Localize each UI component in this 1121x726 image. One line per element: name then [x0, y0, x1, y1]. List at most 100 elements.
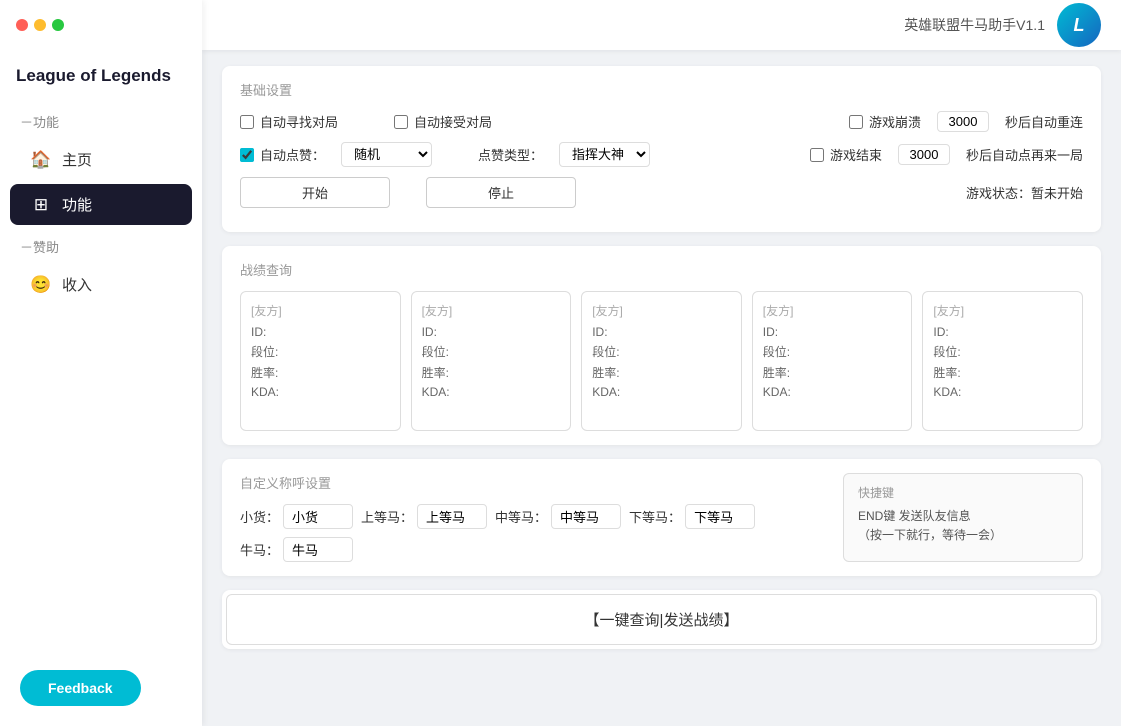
- id-field-4: ID:: [933, 325, 1072, 339]
- like-type-label: 点赞类型：: [478, 145, 543, 164]
- auto-find-match-label[interactable]: 自动寻找对局: [240, 112, 338, 131]
- kda-field-0: KDA:: [251, 385, 390, 399]
- shortcut-line2: （按一下就行，等待一会）: [858, 526, 1068, 545]
- basic-settings-row1: 自动寻找对局 自动接受对局 游戏崩溃 秒后自动重连: [240, 111, 1083, 132]
- game-crash-suffix: 秒后自动重连: [1005, 112, 1083, 131]
- winrate-field-0: 胜率:: [251, 364, 390, 381]
- nickname-field-1: 上等马：: [361, 504, 487, 529]
- game-end-input[interactable]: [898, 144, 950, 165]
- shortcut-line1: END键 发送队友信息: [858, 507, 1068, 526]
- nickname-input-1[interactable]: [417, 504, 487, 529]
- game-crash-label[interactable]: 游戏崩溃: [849, 112, 921, 131]
- battle-cards-container: [友方] ID: 段位: 胜率: KDA: [友方] ID: 段位: 胜率: K…: [240, 291, 1083, 431]
- id-field-3: ID:: [763, 325, 902, 339]
- logo-letter: L: [1074, 15, 1085, 36]
- id-field-1: ID:: [422, 325, 561, 339]
- close-button[interactable]: [16, 19, 28, 31]
- section-support-label: －赞助: [0, 227, 202, 262]
- game-status: 游戏状态：暂未开始: [966, 183, 1083, 202]
- battle-card-1: [友方] ID: 段位: 胜率: KDA:: [411, 291, 572, 431]
- header-title: 英雄联盟牛马助手V1.1: [904, 15, 1045, 35]
- nickname-input-2[interactable]: [551, 504, 621, 529]
- titlebar: [0, 0, 202, 50]
- game-end-checkbox[interactable]: [810, 148, 824, 162]
- maximize-button[interactable]: [52, 19, 64, 31]
- feedback-button[interactable]: Feedback: [20, 670, 141, 706]
- nickname-section: 自定义称呼设置 小货： 上等马： 中等马：: [240, 473, 829, 562]
- nickname-input-3[interactable]: [685, 504, 755, 529]
- game-crash-checkbox[interactable]: [849, 115, 863, 129]
- winrate-field-4: 胜率:: [933, 364, 1072, 381]
- battle-query-title: 战绩查询: [240, 260, 1083, 279]
- query-button-card: 【一键查询|发送战绩】: [222, 590, 1101, 649]
- id-field-2: ID:: [592, 325, 731, 339]
- start-button[interactable]: 开始: [240, 177, 390, 208]
- rank-field-1: 段位:: [422, 343, 561, 360]
- nickname-label-2: 中等马：: [495, 507, 547, 526]
- sidebar-item-income-label: 收入: [62, 274, 92, 295]
- grid-icon: ⊞: [30, 195, 52, 215]
- nickname-field-2: 中等马：: [495, 504, 621, 529]
- traffic-lights: [16, 19, 64, 31]
- team-label-0: [友方]: [251, 302, 390, 319]
- minimize-button[interactable]: [34, 19, 46, 31]
- basic-settings-row2: 自动点赞： 随机 指挥大神 MVP 最佳队友 点赞类型： 指挥大神 随机 MVP…: [240, 142, 1083, 167]
- main-header: 英雄联盟牛马助手V1.1 L: [202, 0, 1121, 50]
- sidebar-item-function-label: 功能: [62, 194, 92, 215]
- app-title: League of Legends: [0, 66, 202, 102]
- nickname-label-0: 小货：: [240, 507, 279, 526]
- main-area: 英雄联盟牛马助手V1.1 L 基础设置 自动寻找对局 自动接受对局: [202, 0, 1121, 726]
- auto-accept-checkbox[interactable]: [394, 115, 408, 129]
- basic-settings-title: 基础设置: [240, 80, 1083, 99]
- auto-like-checkbox[interactable]: [240, 148, 254, 162]
- kda-field-1: KDA:: [422, 385, 561, 399]
- section-function-label: －功能: [0, 102, 202, 137]
- nickname-input-0[interactable]: [283, 504, 353, 529]
- rank-field-2: 段位:: [592, 343, 731, 360]
- rank-field-3: 段位:: [763, 343, 902, 360]
- battle-card-2: [友方] ID: 段位: 胜率: KDA:: [581, 291, 742, 431]
- team-label-3: [友方]: [763, 302, 902, 319]
- team-label-1: [友方]: [422, 302, 561, 319]
- nickname-input-4[interactable]: [283, 537, 353, 562]
- battle-card-4: [友方] ID: 段位: 胜率: KDA:: [922, 291, 1083, 431]
- auto-like-label[interactable]: 自动点赞：: [240, 145, 325, 164]
- auto-accept-label[interactable]: 自动接受对局: [394, 112, 492, 131]
- basic-settings-card: 基础设置 自动寻找对局 自动接受对局 游戏崩溃 秒后自动重连: [222, 66, 1101, 232]
- id-field-0: ID:: [251, 325, 390, 339]
- shortcut-section: 快捷键 END键 发送队友信息 （按一下就行，等待一会）: [843, 473, 1083, 562]
- rank-field-4: 段位:: [933, 343, 1072, 360]
- auto-find-match-checkbox[interactable]: [240, 115, 254, 129]
- team-label-4: [友方]: [933, 302, 1072, 319]
- nickname-label-4: 牛马：: [240, 540, 279, 559]
- shortcut-title: 快捷键: [858, 484, 1068, 501]
- like-type-select[interactable]: 指挥大神 随机 MVP 最佳队友: [559, 142, 650, 167]
- winrate-field-2: 胜率:: [592, 364, 731, 381]
- kda-field-2: KDA:: [592, 385, 731, 399]
- game-crash-input[interactable]: [937, 111, 989, 132]
- battle-query-card: 战绩查询 [友方] ID: 段位: 胜率: KDA: [友方] ID: 段位: …: [222, 246, 1101, 445]
- auto-like-select[interactable]: 随机 指挥大神 MVP 最佳队友: [341, 142, 432, 167]
- income-icon: 😊: [30, 275, 52, 295]
- nickname-label-1: 上等马：: [361, 507, 413, 526]
- game-end-label[interactable]: 游戏结束: [810, 145, 882, 164]
- query-button[interactable]: 【一键查询|发送战绩】: [226, 594, 1097, 645]
- home-icon: 🏠: [30, 150, 52, 170]
- nickname-label-3: 下等马：: [629, 507, 681, 526]
- game-end-suffix: 秒后自动点再来一局: [966, 145, 1083, 164]
- basic-settings-row3: 开始 停止 游戏状态：暂未开始: [240, 177, 1083, 208]
- nickname-field-0: 小货：: [240, 504, 353, 529]
- winrate-field-1: 胜率:: [422, 364, 561, 381]
- nickname-card: 自定义称呼设置 小货： 上等马： 中等马：: [222, 459, 1101, 576]
- winrate-field-3: 胜率:: [763, 364, 902, 381]
- stop-button[interactable]: 停止: [426, 177, 576, 208]
- app-logo: L: [1057, 3, 1101, 47]
- nickname-field-3: 下等马：: [629, 504, 755, 529]
- sidebar-item-income[interactable]: 😊 收入: [10, 264, 192, 305]
- sidebar-item-home[interactable]: 🏠 主页: [10, 139, 192, 180]
- rank-field-0: 段位:: [251, 343, 390, 360]
- nickname-field-4: 牛马：: [240, 537, 353, 562]
- battle-card-3: [友方] ID: 段位: 胜率: KDA:: [752, 291, 913, 431]
- team-label-2: [友方]: [592, 302, 731, 319]
- sidebar-item-function[interactable]: ⊞ 功能: [10, 184, 192, 225]
